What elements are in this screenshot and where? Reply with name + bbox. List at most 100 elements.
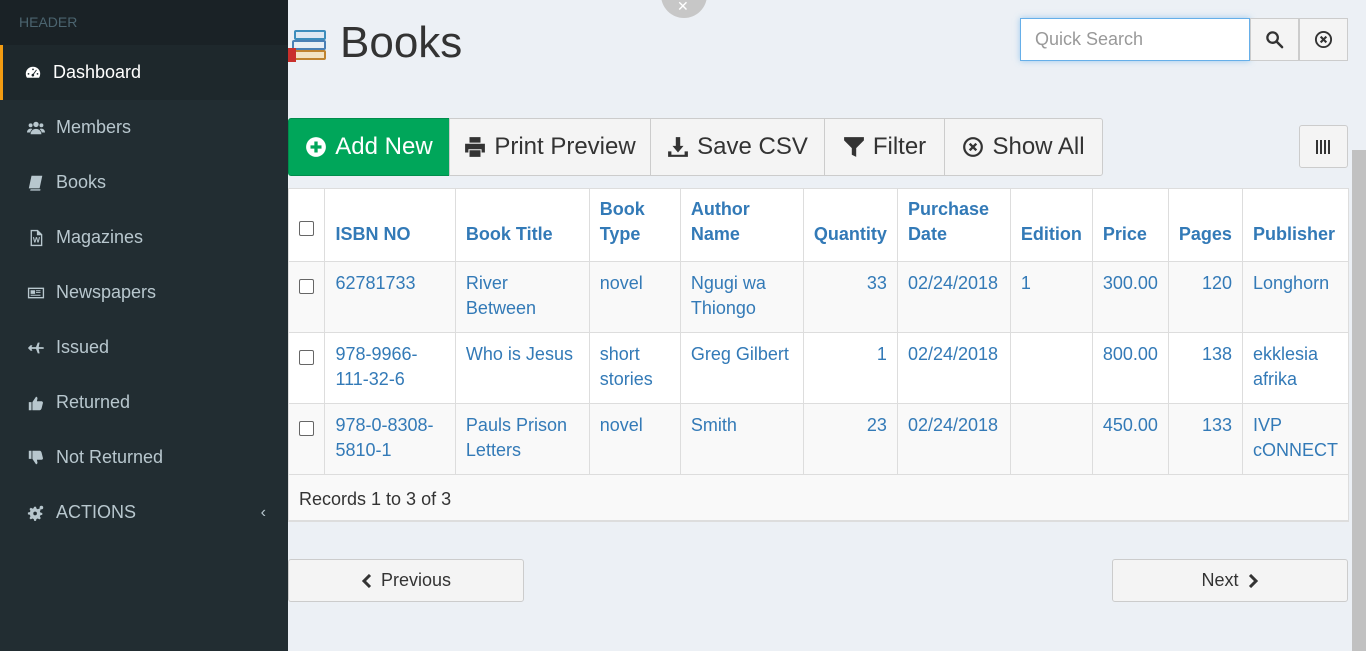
next-page-button[interactable]: Next: [1112, 559, 1348, 602]
sidebar-item-dashboard[interactable]: Dashboard: [0, 45, 288, 100]
cell-purchase-date[interactable]: 02/24/2018: [897, 332, 1011, 404]
cell-book-type[interactable]: novel: [589, 261, 681, 333]
column-header-quantity[interactable]: Quantity: [803, 189, 898, 262]
cell-price[interactable]: 450.00: [1092, 403, 1169, 475]
cell-author-name[interactable]: Smith: [680, 403, 804, 475]
show-all-label: Show All: [992, 133, 1085, 160]
cell-purchase-date[interactable]: 02/24/2018: [897, 403, 1011, 475]
main-content: ✕ Books Add New Print Preview: [288, 0, 1366, 651]
print-preview-button[interactable]: Print Preview: [449, 118, 651, 176]
filter-icon: [843, 137, 864, 157]
sidebar-item-label: Returned: [56, 392, 131, 412]
cell-price[interactable]: 800.00: [1092, 332, 1169, 404]
thumbs-down-icon: [25, 447, 47, 469]
books-table: ISBN NO Book Title Book Type Author Name…: [288, 188, 1349, 522]
column-header-book-type[interactable]: Book Type: [589, 189, 681, 262]
cell-isbn[interactable]: 978-0-8308-5810-1: [324, 403, 456, 475]
records-footer-row: Records 1 to 3 of 3: [289, 474, 1348, 521]
cell-price[interactable]: 300.00: [1092, 261, 1169, 333]
cell-author-name[interactable]: Greg Gilbert: [680, 332, 804, 404]
column-header-author-name[interactable]: Author Name: [680, 189, 804, 262]
filter-button[interactable]: Filter: [824, 118, 945, 176]
book-icon: [25, 172, 47, 194]
clear-circle-icon: [1314, 30, 1333, 49]
sidebar-item-newspapers[interactable]: Newspapers: [0, 265, 288, 320]
columns-icon: [1315, 139, 1330, 154]
column-header-publisher[interactable]: Publisher: [1242, 189, 1348, 262]
cell-book-title[interactable]: Who is Jesus: [455, 332, 590, 404]
cell-purchase-date[interactable]: 02/24/2018: [897, 261, 1011, 333]
table-header-row: ISBN NO Book Title Book Type Author Name…: [289, 189, 1348, 262]
select-all-checkbox[interactable]: [299, 220, 315, 236]
page-title: Books: [288, 18, 462, 68]
cell-book-title[interactable]: River Between: [455, 261, 590, 333]
cell-quantity[interactable]: 33: [803, 261, 898, 333]
close-bubble-button[interactable]: ✕: [661, 0, 707, 18]
cell-publisher[interactable]: Longhorn: [1242, 261, 1348, 333]
sidebar-item-books[interactable]: Books: [0, 155, 288, 210]
cell-pages[interactable]: 120: [1168, 261, 1244, 333]
chevron-left-icon: ‹: [260, 503, 266, 521]
add-new-button[interactable]: Add New: [288, 118, 450, 176]
sidebar-header: HEADER: [0, 0, 288, 45]
column-header-pages[interactable]: Pages: [1168, 189, 1244, 262]
scrollbar-thumb[interactable]: [1352, 150, 1366, 651]
column-header-edition[interactable]: Edition: [1010, 189, 1093, 262]
columns-button[interactable]: [1299, 125, 1348, 168]
column-header-book-title[interactable]: Book Title: [455, 189, 590, 262]
dashboard-icon: [22, 62, 44, 84]
word-file-icon: [25, 227, 47, 249]
filter-label: Filter: [872, 133, 927, 160]
cell-book-type[interactable]: novel: [589, 403, 681, 475]
show-all-button[interactable]: Show All: [944, 118, 1103, 176]
sidebar-item-not-returned[interactable]: Not Returned: [0, 430, 288, 485]
quick-search-input[interactable]: [1020, 18, 1250, 61]
cell-quantity[interactable]: 1: [803, 332, 898, 404]
chevron-left-icon: [361, 573, 372, 588]
newspaper-icon: [25, 282, 47, 304]
sidebar-item-actions[interactable]: ACTIONS ‹: [0, 485, 288, 540]
clear-search-button[interactable]: [1299, 18, 1348, 61]
cell-isbn[interactable]: 62781733: [324, 261, 456, 333]
table-row[interactable]: 62781733 River Between novel Ngugi wa Th…: [289, 261, 1348, 333]
row-checkbox[interactable]: [299, 420, 315, 436]
sidebar-item-returned[interactable]: Returned: [0, 375, 288, 430]
column-header-price[interactable]: Price: [1092, 189, 1169, 262]
row-checkbox[interactable]: [299, 349, 315, 365]
print-preview-label: Print Preview: [494, 133, 636, 160]
cell-publisher[interactable]: IVP cONNECT: [1242, 403, 1348, 475]
column-header-purchase-date[interactable]: Purchase Date: [897, 189, 1011, 262]
previous-page-button[interactable]: Previous: [288, 559, 524, 602]
cell-quantity[interactable]: 23: [803, 403, 898, 475]
table-row[interactable]: 978-0-8308-5810-1 Pauls Prison Letters n…: [289, 403, 1348, 475]
sidebar-item-label: Not Returned: [56, 447, 164, 467]
cell-pages[interactable]: 133: [1168, 403, 1244, 475]
chevron-right-icon: [1248, 573, 1258, 588]
sidebar-item-label: Books: [56, 172, 107, 192]
cell-book-title[interactable]: Pauls Prison Letters: [455, 403, 590, 475]
cell-book-type[interactable]: short stories: [589, 332, 681, 404]
cell-publisher[interactable]: ekklesia afrika: [1242, 332, 1348, 404]
sidebar-item-issued[interactable]: Issued: [0, 320, 288, 375]
cell-isbn[interactable]: 978-9966-111-32-6: [324, 332, 456, 404]
sidebar-item-label: Members: [56, 117, 132, 137]
table-row[interactable]: 978-9966-111-32-6 Who is Jesus short sto…: [289, 332, 1348, 404]
search-button[interactable]: [1250, 18, 1299, 61]
column-header-isbn[interactable]: ISBN NO: [324, 189, 456, 262]
clear-circle-icon: [963, 137, 984, 157]
select-all-cell: [289, 189, 326, 262]
sidebar-item-members[interactable]: Members: [0, 100, 288, 155]
cell-edition[interactable]: [1010, 332, 1093, 404]
sidebar-item-label: Magazines: [56, 227, 144, 247]
close-icon: ✕: [677, 0, 689, 14]
cell-author-name[interactable]: Ngugi wa Thiongo: [680, 261, 804, 333]
sidebar-item-magazines[interactable]: Magazines: [0, 210, 288, 265]
cell-edition[interactable]: 1: [1010, 261, 1093, 333]
sidebar-item-label: Dashboard: [53, 62, 142, 82]
cell-pages[interactable]: 138: [1168, 332, 1244, 404]
save-csv-button[interactable]: Save CSV: [650, 118, 825, 176]
cell-edition[interactable]: [1010, 403, 1093, 475]
plus-circle-icon: [306, 137, 327, 157]
users-icon: [25, 117, 47, 139]
row-checkbox[interactable]: [299, 278, 315, 294]
